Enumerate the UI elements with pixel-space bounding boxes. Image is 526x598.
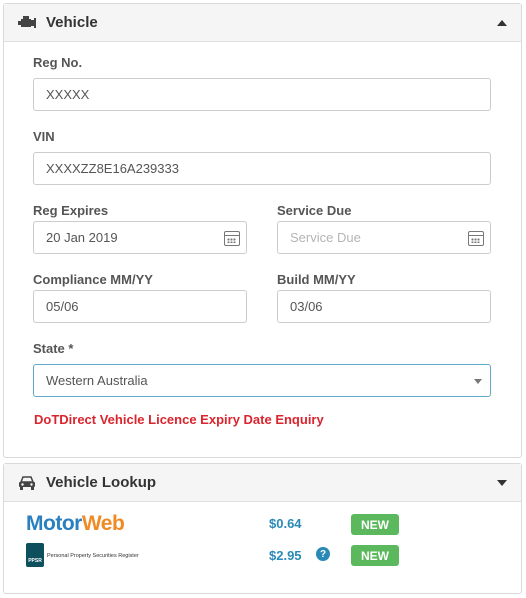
service-due-input[interactable]: Service Due (277, 221, 491, 254)
ppsr-logo: PPSR (26, 543, 44, 567)
state-label: State * (33, 341, 74, 356)
vehicle-lookup-header[interactable]: Vehicle Lookup (4, 464, 521, 502)
state-value: Western Australia (46, 373, 148, 388)
calendar-icon[interactable] (468, 231, 484, 246)
motorweb-row[interactable]: MotorWeb $0.64 NEW (4, 502, 521, 535)
reg-expires-label: Reg Expires (33, 203, 109, 218)
vin-input[interactable]: XXXXZZ8E16A239333 (33, 152, 491, 185)
service-due-label: Service Due (277, 203, 352, 218)
motorweb-logo: MotorWeb (26, 512, 125, 535)
vehicle-panel-header[interactable]: Vehicle (4, 4, 521, 42)
ppsr-price: $2.95 (269, 548, 302, 563)
vehicle-panel: Vehicle Reg No. XXXXX VIN XXXXZZ8E16A239… (3, 3, 522, 458)
reg-no-label: Reg No. (33, 55, 83, 70)
build-label: Build MM/YY (277, 272, 356, 287)
reg-expires-value: 20 Jan 2019 (46, 230, 118, 245)
new-badge: NEW (351, 545, 399, 566)
vehicle-lookup-panel: Vehicle Lookup MotorWeb $0.64 NEW PPSR P… (3, 463, 522, 594)
help-icon[interactable]: ? (316, 547, 330, 561)
reg-no-input[interactable]: XXXXX (33, 78, 491, 111)
vin-label: VIN (33, 129, 55, 144)
motorweb-price: $0.64 (269, 516, 302, 531)
calendar-icon[interactable] (224, 231, 240, 246)
vehicle-panel-title: Vehicle (46, 14, 98, 31)
dotdirect-enquiry-link[interactable]: DoTDirect Vehicle Licence Expiry Date En… (34, 412, 324, 427)
engine-icon (18, 15, 36, 28)
car-icon (19, 475, 35, 490)
chevron-down-icon (474, 379, 482, 384)
compliance-label: Compliance MM/YY (33, 272, 153, 287)
new-badge: NEW (351, 514, 399, 535)
expand-caret-icon[interactable] (497, 479, 507, 486)
collapse-caret-icon[interactable] (497, 19, 507, 26)
state-select[interactable]: Western Australia (33, 364, 491, 397)
compliance-input[interactable]: 05/06 (33, 290, 247, 323)
reg-expires-input[interactable]: 20 Jan 2019 (33, 221, 247, 254)
ppsr-name: Personal Property Securities Register (47, 553, 139, 559)
build-input[interactable]: 03/06 (277, 290, 491, 323)
service-due-placeholder: Service Due (290, 230, 361, 245)
vehicle-lookup-title: Vehicle Lookup (46, 474, 157, 491)
